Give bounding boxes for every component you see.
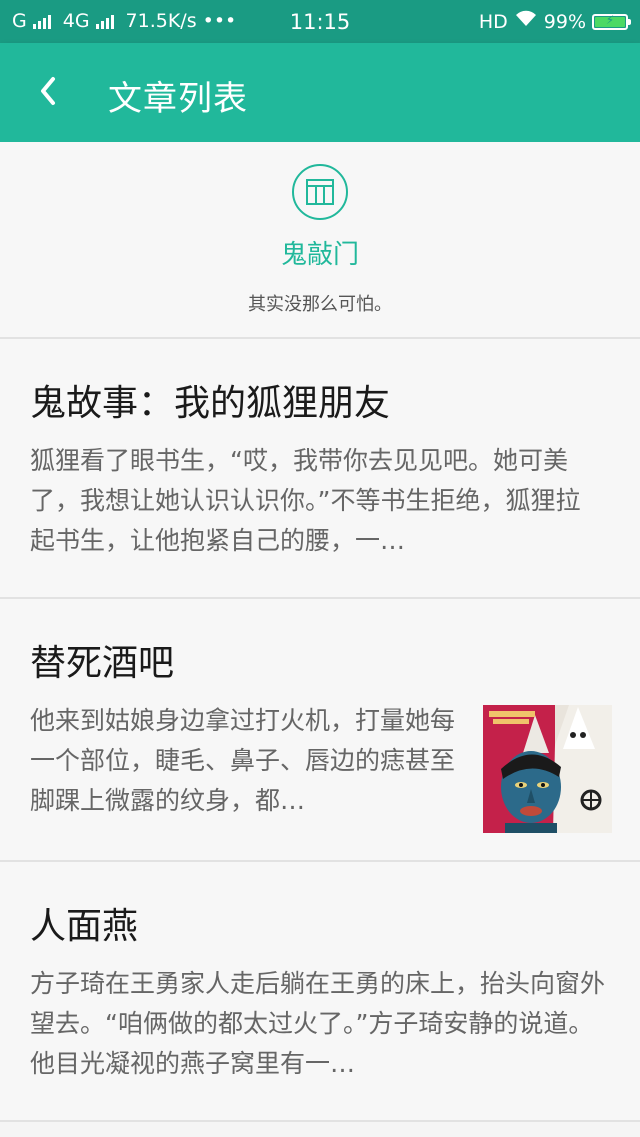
hd-indicator: HD — [478, 10, 508, 33]
article-item[interactable]: 鬼故事：我的狐狸朋友 狐狸看了眼书生，“哎，我带你去见见吧。她可美了，我想让她认… — [0, 339, 640, 599]
category-description: 其实没那么可怕。 — [248, 294, 392, 315]
article-title: 鬼故事：我的狐狸朋友 — [30, 383, 391, 424]
battery-icon: ⚡ — [592, 12, 631, 30]
article-title: 人面燕 — [30, 906, 139, 947]
article-item[interactable]: 人面燕 方子琦在王勇家人走后躺在王勇的床上，抬头向窗外望去。“咱俩做的都太过火了… — [0, 862, 640, 1122]
article-excerpt: 他来到姑娘身边拿过打火机，打量她每一个部位，睫毛、鼻子、唇边的痣甚至脚踝上微露的… — [30, 706, 456, 815]
back-button[interactable] — [18, 67, 78, 119]
page-title: 文章列表 — [108, 79, 248, 119]
status-right: HD 99% ⚡ — [478, 10, 631, 33]
article-title: 替死酒吧 — [30, 643, 175, 684]
app-bar: 文章列表 — [0, 43, 640, 142]
chevron-left-icon — [37, 75, 59, 111]
status-bar: G 4G 71.5K/s ••• 11:15 HD 99% ⚡ — [0, 0, 640, 43]
article-excerpt: 方子琦在王勇家人走后躺在王勇的床上，抬头向窗外望去。“咱俩做的都太过火了。”方子… — [30, 969, 605, 1078]
article-item[interactable]: 替死酒吧 他来到姑娘身边拿过打火机，打量她每一个部位，睫毛、鼻子、唇边的痣甚至脚… — [0, 599, 640, 862]
category-header: 鬼敲门 其实没那么可怕。 — [0, 142, 640, 339]
article-thumbnail — [483, 705, 612, 833]
category-name: 鬼敲门 — [280, 240, 359, 270]
battery-percent: 99% — [543, 10, 586, 33]
article-excerpt: 狐狸看了眼书生，“哎，我带你去见见吧。她可美了，我想让她认识认识你。”不等书生拒… — [30, 446, 581, 555]
charging-icon: ⚡ — [605, 12, 615, 27]
book-icon — [291, 163, 349, 221]
wifi-icon — [514, 10, 538, 33]
